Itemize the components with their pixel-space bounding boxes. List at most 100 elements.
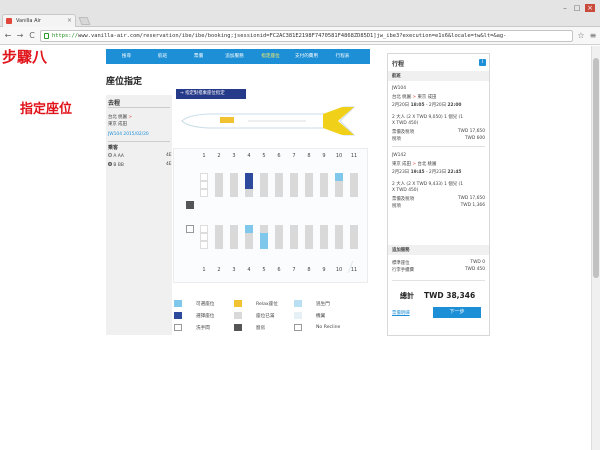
url-text: www.vanilla-air.com/reservation/ibe/ibe/… [77, 33, 507, 39]
extra-seat-label: 標準座位 [392, 261, 410, 266]
seat [215, 173, 223, 181]
extra-baggage-value: TWD 450 [464, 267, 485, 272]
maximize-button[interactable]: □ [572, 4, 582, 12]
flight2-route: 東京 成田 > 台北 桃園 [392, 161, 436, 167]
site-favicon-icon [6, 18, 12, 24]
nav-search[interactable]: 搜尋 [110, 49, 143, 64]
passenger-row-b[interactable]: B BB 4E [108, 162, 174, 168]
nav-itinerary[interactable]: 行程表 [326, 49, 359, 64]
next-step-button[interactable]: 下一步 [433, 307, 481, 318]
seat [290, 225, 298, 233]
lavatory-icon [186, 225, 194, 233]
seat-column-number: 4 [247, 153, 251, 159]
seat [320, 233, 328, 241]
seat [260, 173, 268, 181]
seat [305, 233, 313, 241]
seat-column-number: 10 [335, 153, 343, 159]
seat [290, 173, 298, 181]
back-arrow-icon[interactable]: ← [3, 31, 13, 41]
seat [305, 241, 313, 249]
seat[interactable] [245, 225, 253, 233]
seat [275, 181, 283, 189]
passenger-a-radio[interactable] [108, 153, 112, 157]
seat-instruction-button[interactable]: → 指定對搭乘座位指定 [176, 89, 246, 99]
total-label: 總計 [400, 292, 414, 300]
seat [230, 181, 238, 189]
seat-column-number: 2 [217, 153, 221, 159]
seat [335, 225, 343, 233]
flight1-dep-time: 18:05 [410, 103, 425, 108]
passenger-b-radio[interactable] [108, 162, 112, 166]
seat [350, 225, 358, 233]
new-tab-button[interactable] [78, 17, 91, 25]
seat-column-number: 5 [262, 153, 266, 159]
nav-extras[interactable]: 追加服務 [218, 49, 251, 64]
seat [245, 189, 253, 197]
extra-seat-value: TWD 0 [470, 260, 485, 265]
route-arrow: > [128, 115, 133, 120]
address-bar-row: ← → C https://www.vanilla-air.com/reserv… [0, 27, 600, 45]
seat-legend: 可選座位 Relax座位 逃生門 選擇座位 座位已滿 機翼 洗手間 廚房 No Recline [170, 300, 370, 336]
flight2-dep-date: 2月23日 [392, 170, 411, 175]
seat [275, 189, 283, 197]
seat [200, 241, 208, 249]
nav-flights[interactable]: 航班 [146, 49, 179, 64]
seat[interactable] [245, 181, 253, 189]
seat-column-number: 11 [350, 153, 358, 159]
seat [335, 241, 343, 249]
seat-column-number: 1 [202, 153, 206, 159]
browser-tab[interactable]: Vanilla Air × [2, 14, 76, 27]
flight1-route: 台北 桃園 > 東京 成田 [392, 94, 436, 100]
legend-label: 廚房 [256, 326, 266, 331]
seat [215, 189, 223, 197]
legend-label: 機翼 [316, 314, 326, 319]
annotation-step: 步驟八 [2, 48, 48, 66]
flight1-fee-value: TWD 17,650 [457, 129, 485, 134]
itinerary-panel: 行程 i 航班 JW104 台北 桃園 > 東京 成田 2月20日 18:05 … [387, 53, 490, 336]
relax-zone-marker [220, 117, 234, 123]
bookmark-star-icon[interactable]: ☆ [576, 31, 586, 41]
seat [275, 241, 283, 249]
tab-title: Vanilla Air [16, 18, 41, 24]
legend-label: 洗手間 [196, 326, 210, 331]
seat[interactable] [335, 173, 343, 181]
tab-close-icon[interactable]: × [67, 15, 72, 27]
seat[interactable] [260, 233, 268, 241]
flight2-arr-date: - 2月23日 [424, 170, 448, 175]
forward-arrow-icon[interactable]: → [15, 31, 25, 41]
url-field[interactable]: https://www.vanilla-air.com/reservation/… [40, 30, 573, 42]
seat[interactable] [260, 241, 268, 249]
seat [245, 233, 253, 241]
menu-icon[interactable]: ≡ [588, 31, 598, 41]
seat [275, 225, 283, 233]
seat [215, 225, 223, 233]
info-icon[interactable]: i [479, 59, 486, 66]
nav-payment[interactable]: 支付的費用 [290, 49, 323, 64]
flight1-fee-label: 票價及稅項 [392, 130, 414, 135]
page-scrollbar[interactable] [591, 46, 600, 450]
flight1-dep-date: 2月20日 [392, 103, 411, 108]
flight2-dep-time: 19:45 [410, 170, 425, 175]
seat [305, 181, 313, 189]
seat [200, 189, 208, 197]
passenger-row-a[interactable]: A AA 4E [108, 153, 174, 159]
seat-column-number: 6 [277, 267, 281, 273]
seat [290, 233, 298, 241]
scrollbar-thumb[interactable] [593, 58, 599, 278]
seat [320, 189, 328, 197]
nav-seat-selection[interactable]: 指定座位 [254, 49, 287, 64]
close-window-button[interactable]: × [585, 4, 595, 12]
route-line-1: 台北 桃園 > [108, 114, 132, 120]
seat [200, 233, 208, 241]
seat [290, 189, 298, 197]
seat [230, 173, 238, 181]
seat[interactable] [245, 173, 253, 181]
minimize-button[interactable]: – [560, 4, 570, 12]
seat-column-number: 8 [307, 267, 311, 273]
seat-column-number: 1 [202, 267, 206, 273]
seat-column-number: 4 [247, 267, 251, 273]
fare-details-link[interactable]: 票價明細 [392, 310, 410, 316]
nav-fare[interactable]: 票價 [182, 49, 215, 64]
reload-icon[interactable]: C [27, 31, 37, 41]
route-to: 東京 成田 [108, 122, 127, 127]
